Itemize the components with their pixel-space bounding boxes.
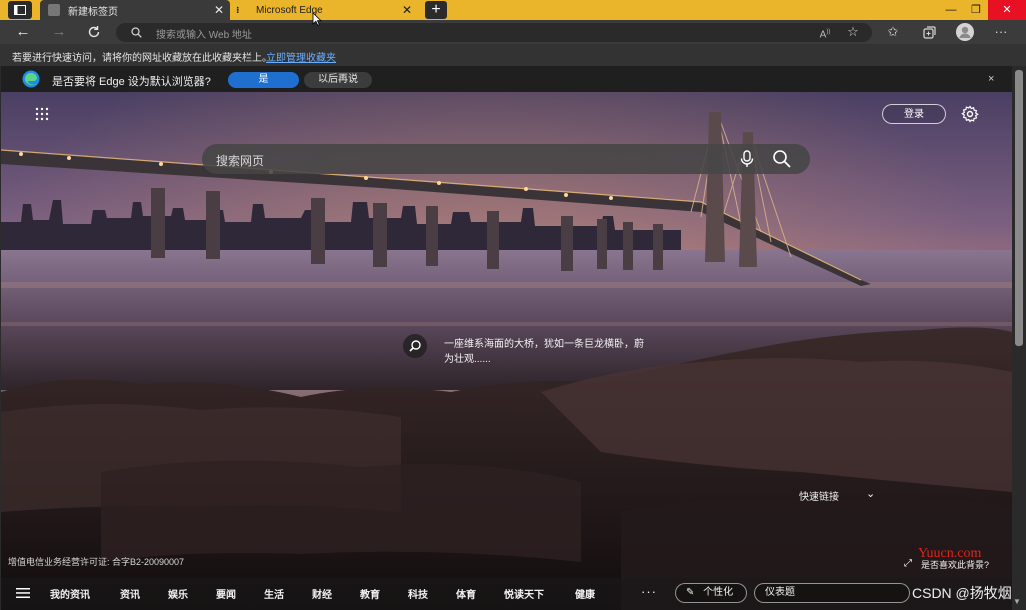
loading-icon: ⁝ <box>236 4 240 15</box>
web-search-box[interactable] <box>202 144 810 174</box>
favorites-icon[interactable]: ✩ <box>881 22 905 42</box>
dashboard-label: 仪表题 <box>765 587 795 598</box>
chevron-down-icon[interactable]: ⌄ <box>866 487 875 500</box>
image-caption[interactable]: 一座维系海面的大桥，犹如一条巨龙横卧，蔚为壮观...... <box>444 337 644 367</box>
tab-actions-icon <box>14 5 26 15</box>
dashboard-button[interactable]: 仪表题 <box>754 583 910 603</box>
maybe-later-button[interactable]: 以后再说 <box>304 72 372 88</box>
csdn-watermark: CSDN @扬牧烟 <box>912 585 1012 601</box>
image-search-button[interactable] <box>403 334 427 358</box>
nav-item-life[interactable]: 生活 <box>264 586 284 601</box>
mouse-cursor-icon <box>312 12 322 26</box>
personalize-label: 个性化 <box>703 587 734 598</box>
collections-icon[interactable] <box>917 22 941 42</box>
window-close-button[interactable]: ✕ <box>988 0 1026 20</box>
tab-title: 新建标签页 <box>68 6 118 18</box>
scrollbar-thumb[interactable] <box>1015 70 1023 346</box>
nav-item-health[interactable]: 健康 <box>575 586 595 601</box>
microphone-icon[interactable] <box>739 150 755 168</box>
infobar-close-icon[interactable]: × <box>988 73 994 85</box>
search-icon[interactable] <box>772 149 792 169</box>
quick-links-toggle[interactable]: 快速链接 <box>799 488 839 503</box>
new-tab-favicon-icon <box>48 4 60 16</box>
expand-icon[interactable]: ⤢ <box>904 558 912 569</box>
back-button[interactable]: ← <box>12 22 34 42</box>
gear-icon[interactable] <box>961 105 979 123</box>
close-tab-icon[interactable]: ✕ <box>400 3 414 17</box>
favorites-bar: 若要进行快速访问，请将你的网址收藏放在此收藏夹栏上。 立即管理收藏夹 <box>0 44 1026 66</box>
nav-item-sports[interactable]: 体育 <box>456 586 476 601</box>
tab-microsoft-edge[interactable]: ⁝ Microsoft Edge ✕ <box>232 0 418 20</box>
nav-item-finance[interactable]: 财经 <box>312 586 332 601</box>
profile-avatar[interactable] <box>953 22 977 42</box>
nav-item-news[interactable]: 资讯 <box>120 586 140 601</box>
address-placeholder: 搜索或输入 Web 地址 <box>156 30 252 41</box>
tab-title: Microsoft Edge <box>256 4 323 16</box>
favorites-hint-text: 若要进行快速访问，请将你的网址收藏放在此收藏夹栏上。 <box>12 53 272 64</box>
pencil-icon: ✎ <box>686 587 695 598</box>
nav-item-tech[interactable]: 科技 <box>408 586 428 601</box>
nav-item-headlines[interactable]: 要闻 <box>216 586 236 601</box>
read-aloud-icon[interactable]: A)) <box>813 22 837 42</box>
set-default-yes-button[interactable]: 是 <box>228 72 299 88</box>
restore-button[interactable]: ❐ <box>961 0 991 20</box>
nav-item-entertainment[interactable]: 娱乐 <box>168 586 188 601</box>
search-icon <box>131 27 142 38</box>
apps-launcher-icon[interactable] <box>35 107 49 121</box>
nav-item-education[interactable]: 教育 <box>360 586 380 601</box>
more-categories-button[interactable]: ··· <box>641 584 657 599</box>
menu-icon[interactable] <box>15 587 31 599</box>
personalize-button[interactable]: ✎ 个性化 <box>675 583 747 603</box>
manage-favorites-link[interactable]: 立即管理收藏夹 <box>266 49 336 64</box>
forward-button[interactable]: → <box>48 22 70 42</box>
infobar-text: 是否要将 Edge 设为默认浏览器? <box>52 76 211 88</box>
refresh-button[interactable] <box>83 22 105 42</box>
refresh-icon <box>88 26 100 38</box>
nav-item-my-news[interactable]: 我的资讯 <box>50 586 90 601</box>
search-placeholder: 搜索网页 <box>216 154 265 168</box>
login-button[interactable]: 登录 <box>882 104 946 124</box>
settings-more-icon[interactable]: ··· <box>989 22 1013 42</box>
search-icon <box>409 340 421 352</box>
license-text: 增值电信业务经营许可证: 合字B2-20090007 <box>8 557 185 567</box>
site-watermark: Yuucn.com <box>918 546 982 561</box>
nav-item-reading[interactable]: 悦读天下 <box>504 586 544 601</box>
tab-new-tab[interactable]: 新建标签页 ✕ <box>40 0 230 20</box>
tab-actions-button[interactable] <box>8 1 32 19</box>
edge-logo-icon <box>22 70 40 88</box>
scroll-down-arrow-icon[interactable]: ▼ <box>1013 597 1021 606</box>
close-tab-icon[interactable]: ✕ <box>212 3 226 17</box>
new-tab-button[interactable]: + <box>425 1 447 19</box>
add-favorite-icon[interactable]: ☆ <box>841 22 865 42</box>
